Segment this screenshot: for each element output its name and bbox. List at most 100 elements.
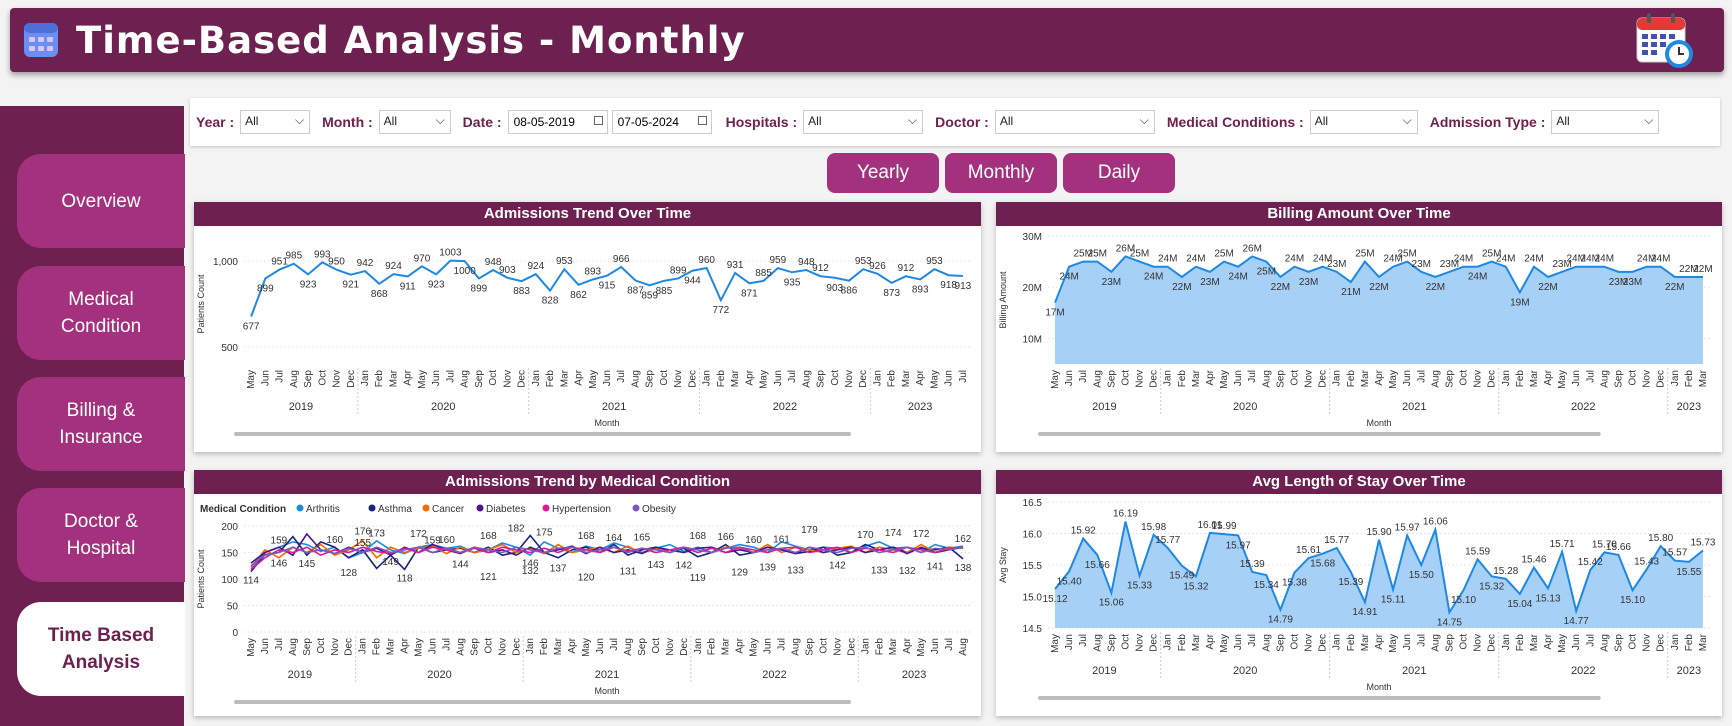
y-tick-label: 15.5 [1023, 561, 1043, 572]
x-tick-label: Oct [1628, 370, 1639, 386]
admissions-by-condition-chart: Patients Count050100150200May Jun Jul Aug Se… [196, 504, 972, 704]
data-label: 159 [271, 536, 288, 547]
data-label: 944 [684, 276, 701, 287]
daily-button[interactable]: Daily [1063, 153, 1175, 193]
x-tick-label: Jul [1416, 370, 1427, 383]
data-label: 133 [871, 566, 888, 577]
chevron-down-icon: ⌵ [1644, 113, 1654, 127]
x-tick-label: May [417, 370, 428, 389]
nav-time-based-analysis[interactable]: Time Based Analysis [17, 602, 185, 696]
y-tick-label: 0 [232, 628, 238, 639]
x-tick-label: Jan [525, 638, 536, 654]
data-label: 911 [400, 281, 416, 292]
monthly-button[interactable]: Monthly [945, 153, 1057, 193]
x-tick-label: Aug [460, 370, 471, 388]
data-label: 168 [689, 531, 706, 542]
x-tick-label: May [581, 638, 592, 657]
data-label: 970 [414, 253, 431, 264]
data-label: 15.04 [1507, 599, 1532, 610]
x-tick-label: Mar [553, 637, 564, 655]
nav-doctor-hospital[interactable]: Doctor & Hospital [17, 488, 185, 582]
x-tick-label: Jul [274, 638, 285, 651]
x-tick-label: Sep [474, 370, 485, 388]
avg-length-of-stay-panel: Avg Length of Stay Over Time Avg Stay 14.… [996, 470, 1722, 716]
x-tick-label: Aug [1599, 370, 1610, 388]
data-label: 22M [1665, 282, 1684, 293]
x-tick-label: Jun [944, 370, 955, 386]
x-tick-label: Jul [441, 638, 452, 651]
year-label: 2023 [908, 401, 932, 413]
nav-billing-insurance-label: Billing & Insurance [59, 400, 143, 448]
x-tick-label: May [246, 370, 257, 389]
data-label: 23M [1299, 277, 1318, 288]
nav-billing-insurance[interactable]: Billing & Insurance [17, 377, 185, 471]
data-label: 22M [1426, 282, 1445, 293]
data-label: 953 [556, 256, 573, 267]
year-label: 2022 [1571, 665, 1595, 677]
x-tick-label: Jul [1078, 370, 1089, 383]
yearly-button[interactable]: Yearly [827, 153, 939, 193]
chevron-down-icon: ⌵ [435, 113, 445, 127]
x-tick-label: Aug [958, 638, 969, 656]
year-filter-select[interactable]: All ⌵ [240, 110, 311, 134]
data-label: 893 [584, 266, 601, 277]
data-label: 15.99 [1212, 521, 1237, 532]
data-label: 15.97 [1226, 540, 1251, 551]
year-filter-label: Year : [196, 114, 235, 130]
data-label: 16.06 [1423, 517, 1448, 528]
data-label: 182 [508, 524, 525, 535]
y-axis-label: Patients Count [196, 274, 206, 334]
hospitals-filter-select[interactable]: All ⌵ [803, 110, 924, 134]
year-label: 2021 [602, 401, 626, 413]
data-label: 24M [1595, 254, 1614, 265]
year-label: 2020 [1233, 665, 1257, 677]
x-tick-label: Jan [693, 638, 704, 654]
x-tick-label: Nov [844, 370, 855, 388]
data-label: 15.77 [1155, 535, 1180, 546]
x-tick-label: Oct [1459, 634, 1470, 650]
data-label: 14.79 [1268, 615, 1293, 626]
data-label: 15.39 [1240, 559, 1265, 570]
horizontal-scrollbar [1038, 696, 1601, 700]
x-tick-label: Mar [1360, 369, 1371, 387]
data-label: 166 [717, 532, 734, 543]
x-tick-label: Aug [455, 638, 466, 656]
data-label: 871 [741, 288, 758, 299]
x-tick-label: Nov [1642, 634, 1653, 652]
x-tick-label: Feb [1684, 370, 1695, 388]
nav-medical-condition[interactable]: Medical Condition [17, 266, 185, 360]
admissions-by-condition-panel: Admissions Trend by Medical Condition Pa… [194, 470, 981, 716]
admission-type-filter-select[interactable]: All ⌵ [1551, 110, 1660, 134]
data-label: 16.19 [1113, 509, 1138, 520]
data-label: 24M [1144, 272, 1163, 283]
data-label: 915 [599, 281, 616, 292]
x-tick-label: Nov [1304, 370, 1315, 388]
x-tick-label: Jun [1571, 370, 1582, 386]
year-label: 2021 [1402, 665, 1426, 677]
x-tick-label: Dec [1149, 370, 1160, 388]
x-tick-label: Dec [1487, 370, 1498, 388]
nav-overview[interactable]: Overview [17, 154, 185, 248]
data-label: 132 [899, 566, 916, 577]
x-tick-label: Jun [1571, 634, 1582, 650]
x-tick-label: Apr [902, 637, 913, 653]
data-label: 15.38 [1282, 578, 1307, 589]
x-tick-label: Mar [1698, 633, 1709, 651]
date-to-input[interactable]: 07-05-2024 [611, 110, 712, 134]
legend-item: Cancer [432, 504, 465, 515]
x-tick-label: Jun [1064, 634, 1075, 650]
y-tick-label: 150 [221, 549, 238, 560]
month-filter-select[interactable]: All ⌵ [378, 110, 451, 134]
x-tick-label: Jan [1332, 370, 1343, 386]
x-tick-label: May [759, 370, 770, 389]
medical-conditions-filter-select[interactable]: All ⌵ [1309, 110, 1418, 134]
doctor-filter-select[interactable]: All ⌵ [994, 110, 1155, 134]
date-from-input[interactable]: 08-05-2019 [507, 110, 608, 134]
year-label: 2020 [1233, 401, 1257, 413]
data-label: 165 [634, 533, 651, 544]
data-label: 15.06 [1099, 598, 1124, 609]
data-label: 1000 [454, 266, 477, 277]
year-label: 2020 [431, 401, 455, 413]
medical-conditions-filter-value: All [1314, 114, 1329, 128]
data-label: 15.32 [1183, 581, 1208, 592]
